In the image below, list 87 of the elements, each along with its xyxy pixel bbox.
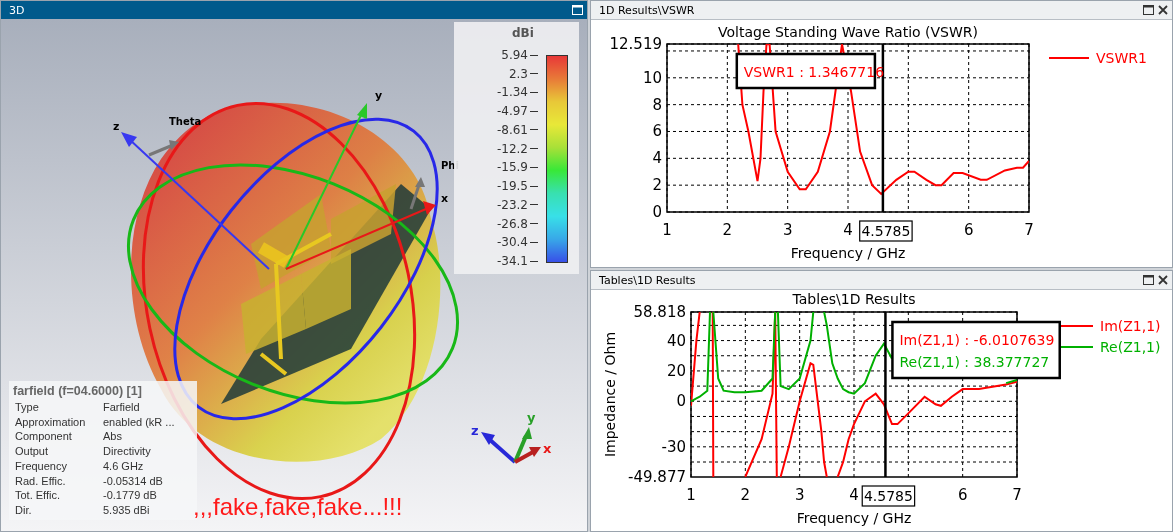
info-value: -0.05314 dB xyxy=(103,473,164,489)
y-tick-label: 58.818 xyxy=(633,303,686,321)
x-tick-label: 4 xyxy=(843,221,853,239)
color-legend-unit: dBi xyxy=(512,26,534,40)
phi-arrow xyxy=(409,177,425,210)
color-scale-label: -19.5 xyxy=(496,179,528,194)
marker-value-label: 4.5785 xyxy=(861,485,916,507)
color-scale-label: 5.94 xyxy=(501,48,528,62)
color-scale-label: -23.2 xyxy=(496,197,528,212)
maximize-icon[interactable] xyxy=(1143,275,1154,285)
color-scale-label: -15.9 xyxy=(496,160,528,175)
maximize-icon[interactable] xyxy=(1143,5,1154,15)
info-label: Approximation xyxy=(15,414,87,430)
info-value: Farfield xyxy=(103,400,141,415)
legend-label: Im(Z1,1) xyxy=(1100,318,1161,334)
info-label: Frequency xyxy=(15,458,68,474)
y-tick-label: 6 xyxy=(652,122,662,141)
y-tick-label: 40 xyxy=(666,331,686,350)
triad-axis-label: y xyxy=(527,410,536,425)
marker-value-label: 4.5785 xyxy=(859,220,913,242)
orientation-triad-drawing xyxy=(481,427,541,464)
y-tick-label: 12.519 xyxy=(609,35,662,53)
chart-title: Voltage Standing Wave Ratio (VSWR) xyxy=(718,24,978,40)
overlay-note: ,,,fake,fake,fake...!!! xyxy=(193,493,403,521)
chart-title: Tables\1D Results xyxy=(792,291,916,307)
color-scale-label: -12.2 xyxy=(496,141,528,156)
triad-axis-label: z xyxy=(471,423,479,438)
y-tick-label: 10 xyxy=(642,68,662,87)
color-scale-label: -26.8 xyxy=(496,216,528,231)
x-tick-label: 7 xyxy=(1012,486,1022,504)
info-label: Type xyxy=(15,400,40,415)
x-tick-label: 3 xyxy=(782,221,793,239)
axis-label: Phi xyxy=(441,160,459,171)
info-value: 5.935 dBi xyxy=(103,502,151,518)
x-tick-label: 2 xyxy=(740,486,751,504)
info-label: Tot. Effic. xyxy=(15,488,62,503)
x-tick-label: 3 xyxy=(794,486,805,504)
color-scale-label: -8.61 xyxy=(496,122,528,137)
info-value: Abs xyxy=(103,429,123,445)
y-tick-label: -30 xyxy=(661,437,686,456)
y-tick-label: 20 xyxy=(666,361,686,380)
info-label: Dir. xyxy=(15,502,33,518)
info-value: enabled (kR ... xyxy=(103,414,176,430)
axis-label: Theta xyxy=(169,116,202,127)
info-label: Component xyxy=(15,429,73,445)
info-title: farfield (f=04.6000) [1] xyxy=(13,384,143,398)
y-axis-label: Impedance / Ohm xyxy=(602,331,618,458)
axis-label: z xyxy=(113,120,120,133)
x-tick-label: 6 xyxy=(957,486,968,504)
panel-title: 1D Results\VSWR xyxy=(599,3,695,17)
legend-label: Re(Z1,1) xyxy=(1100,339,1161,355)
info-value: -0.1779 dB xyxy=(103,488,158,503)
x-axis-label: Frequency / GHz xyxy=(790,245,906,261)
x-tick-label: 7 xyxy=(1024,221,1034,239)
color-scale-label: -30.4 xyxy=(496,235,528,250)
close-icon[interactable] xyxy=(1158,5,1168,15)
x-tick-label: 1 xyxy=(686,486,696,504)
close-icon[interactable] xyxy=(1158,275,1168,285)
info-value: Directivity xyxy=(103,444,152,459)
x-tick-label: 6 xyxy=(963,221,974,239)
axis-label: y xyxy=(375,89,383,102)
y-tick-label: 4 xyxy=(652,149,662,168)
readout-value: Re(Z1,1) : 38.377727 xyxy=(899,354,1050,370)
x-tick-label: 4 xyxy=(849,486,859,504)
panel-title: 3D xyxy=(9,3,25,17)
x-tick-label: 1 xyxy=(662,221,672,239)
x-axis-label: Frequency / GHz xyxy=(796,510,912,526)
panel-title: Tables\1D Results xyxy=(599,273,696,287)
color-scale-label: -34.1 xyxy=(496,254,528,268)
legend-label: VSWR1 xyxy=(1096,50,1147,66)
color-scale-label: 2.3 xyxy=(508,66,528,81)
info-value: 4.6 GHz xyxy=(103,458,145,474)
info-label: Rad. Effic. xyxy=(15,473,67,489)
triad-axis-label: x xyxy=(543,441,552,456)
y-tick-label: 8 xyxy=(652,95,662,114)
y-tick-label: 0 xyxy=(676,392,686,411)
marker-line[interactable] xyxy=(884,312,887,477)
theta-arrow xyxy=(148,140,179,157)
readout-value: Im(Z1,1) : -6.0107639 xyxy=(899,332,1055,348)
axis-label: x xyxy=(441,192,449,205)
color-scale-label: -4.97 xyxy=(496,104,528,119)
y-tick-label: 0 xyxy=(652,203,662,221)
color-scale-label: -1.34 xyxy=(496,85,528,100)
y-tick-label: 2 xyxy=(652,176,662,195)
info-label: Output xyxy=(15,444,50,459)
y-tick-label: -49.877 xyxy=(628,468,686,486)
x-tick-label: 2 xyxy=(722,221,733,239)
